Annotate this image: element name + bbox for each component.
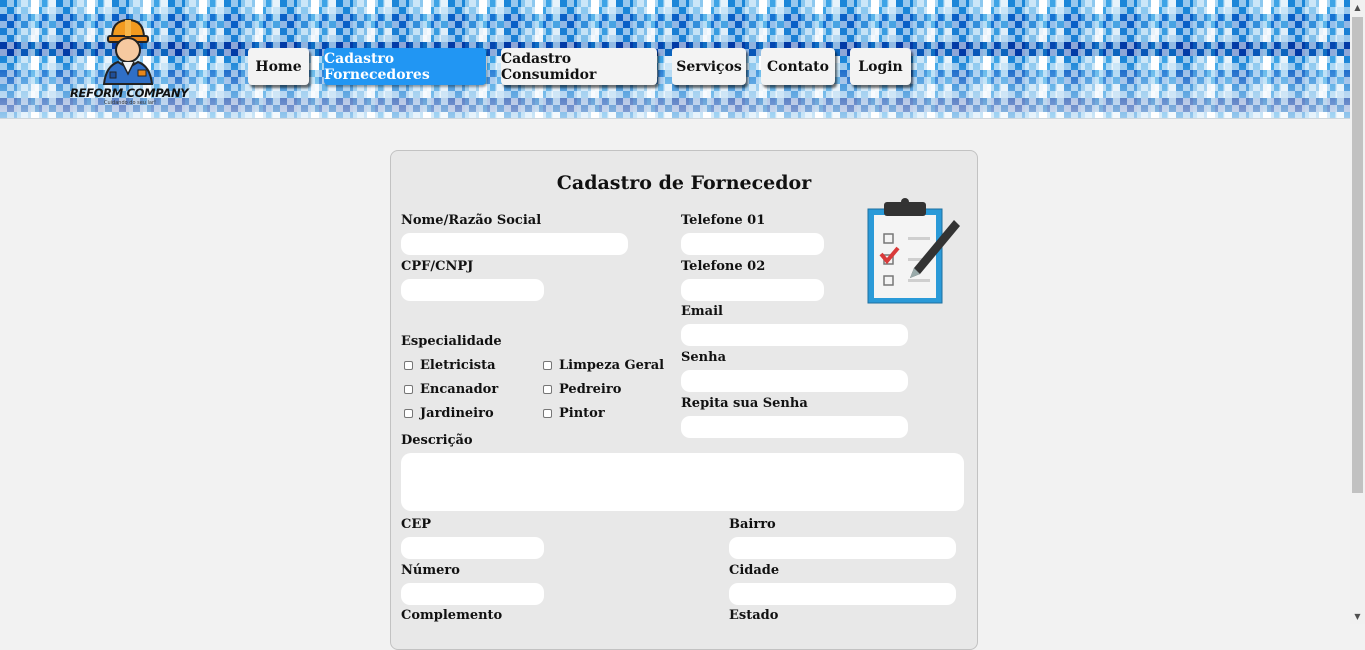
label-cpf: CPF/CNPJ xyxy=(401,259,474,274)
checkbox-label-jardineiro: Jardineiro xyxy=(420,406,494,421)
nav-cadastro-fornecedores[interactable]: Cadastro Fornecedores xyxy=(324,48,486,85)
nav-cadastro-consumidor[interactable]: Cadastro Consumidor xyxy=(501,48,657,85)
label-nome: Nome/Razão Social xyxy=(401,213,542,228)
scroll-up-arrow-icon[interactable]: ▲ xyxy=(1350,0,1365,15)
checkbox-label-eletricista: Eletricista xyxy=(420,358,496,373)
clipboard-checklist-pen-icon xyxy=(862,196,966,306)
checkbox-pedreiro[interactable] xyxy=(543,385,552,394)
scroll-thumb[interactable] xyxy=(1352,17,1363,493)
telefone-01-input[interactable] xyxy=(681,233,824,255)
logo-tagline: Cuidando do seu lar! xyxy=(104,100,157,106)
label-cidade: Cidade xyxy=(729,563,780,578)
descricao-textarea[interactable] xyxy=(401,453,964,511)
checkbox-label-pintor: Pintor xyxy=(559,406,605,421)
nav-servicos[interactable]: Serviços xyxy=(672,48,746,85)
label-telefone-01: Telefone 01 xyxy=(681,213,766,228)
nav-login[interactable]: Login xyxy=(850,48,911,85)
cpf-input[interactable] xyxy=(401,279,544,301)
label-complemento: Complemento xyxy=(401,608,503,623)
label-telefone-02: Telefone 02 xyxy=(681,259,766,274)
cidade-input[interactable] xyxy=(729,583,956,605)
scroll-down-arrow-icon[interactable]: ▼ xyxy=(1350,609,1365,624)
checkbox-eletricista[interactable] xyxy=(404,361,413,370)
checkbox-label-pedreiro: Pedreiro xyxy=(559,382,622,397)
checkbox-jardineiro[interactable] xyxy=(404,409,413,418)
checkbox-pintor[interactable] xyxy=(543,409,552,418)
repita-senha-input[interactable] xyxy=(681,416,908,438)
nome-input[interactable] xyxy=(401,233,628,255)
logo-wordmark: REFORM COMPANY xyxy=(70,86,189,100)
form-title: Cadastro de Fornecedor xyxy=(556,172,812,194)
email-input[interactable] xyxy=(681,324,908,346)
label-numero: Número xyxy=(401,563,460,578)
checkbox-encanador[interactable] xyxy=(404,385,413,394)
bairro-input[interactable] xyxy=(729,537,956,559)
label-cep: CEP xyxy=(401,517,432,532)
telefone-02-input[interactable] xyxy=(681,279,824,301)
label-senha: Senha xyxy=(681,350,726,365)
label-repita-senha: Repita sua Senha xyxy=(681,396,808,411)
label-descricao: Descrição xyxy=(401,433,473,448)
numero-input[interactable] xyxy=(401,583,544,605)
cep-input[interactable] xyxy=(401,537,544,559)
nav-contato[interactable]: Contato xyxy=(761,48,835,85)
label-bairro: Bairro xyxy=(729,517,776,532)
checkbox-limpeza-geral[interactable] xyxy=(543,361,552,370)
checkbox-label-limpeza-geral: Limpeza Geral xyxy=(559,358,665,373)
page-scrollbar[interactable]: ▲ ▼ xyxy=(1350,0,1365,624)
checkbox-label-encanador: Encanador xyxy=(420,382,499,397)
label-especialidade: Especialidade xyxy=(401,334,502,349)
label-email: Email xyxy=(681,304,723,319)
senha-input[interactable] xyxy=(681,370,908,392)
nav-home[interactable]: Home xyxy=(248,48,309,85)
label-estado: Estado xyxy=(729,608,779,623)
company-logo[interactable]: REFORM COMPANY Cuidando do seu lar! xyxy=(66,16,190,110)
